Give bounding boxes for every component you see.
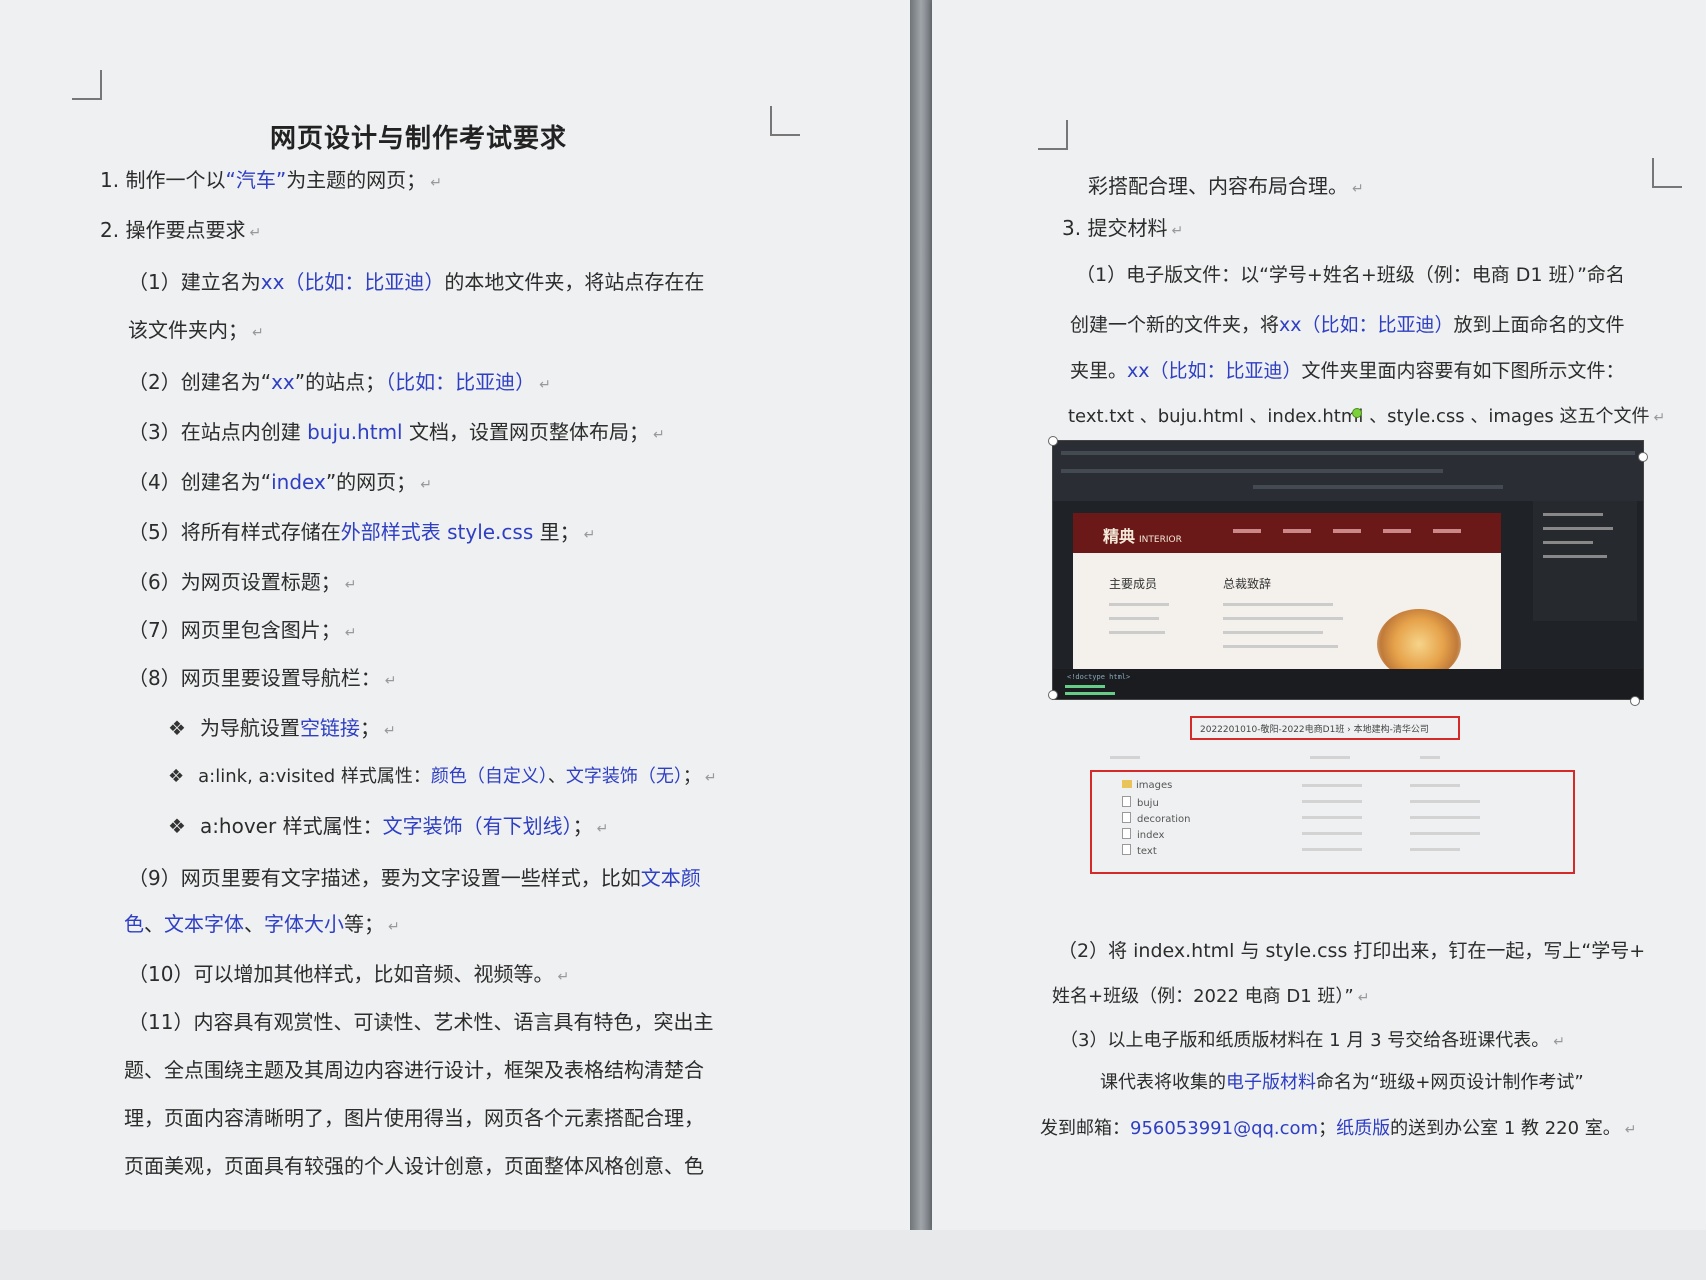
margin-corner-mark [770, 106, 800, 136]
email-link[interactable]: 956053991@qq.com [1130, 1118, 1318, 1139]
sub-item-10: （10）可以增加其他样式，比如音频、视频等。 ↵ [128, 962, 570, 986]
resize-handle[interactable] [1048, 436, 1058, 446]
site-heading: 主要成员 [1109, 577, 1158, 591]
submission-1: （1）电子版文件：以“学号+姓名+班级（例：电商 D1 班）”命名 [1076, 264, 1625, 286]
sub-item-11-cont: 页面美观，页面具有较强的个人设计创意，页面整体风格创意、色 [124, 1154, 704, 1178]
margin-corner-mark [72, 70, 102, 100]
submission-2-cont: 姓名+班级（例：2022 电商 D1 班）” ↵ [1052, 986, 1370, 1007]
site-heading: 总裁致辞 [1223, 577, 1272, 591]
sub-item-11: （11）内容具有观赏性、可读性、艺术性、语言具有特色，突出主 [128, 1010, 714, 1034]
site-logo: 精典 INTERIOR [1103, 527, 1182, 546]
website-preview: 精典 INTERIOR 主要成员 总裁致辞 [1073, 513, 1501, 681]
nav-bullet-1: ❖ 为导航设置空链接； ↵ [168, 716, 396, 740]
site-nav-item [1233, 529, 1261, 533]
file-icon [1122, 844, 1131, 855]
page-gutter [910, 0, 932, 1230]
submission-1-cont: 创建一个新的文件夹，将xx（比如：比亚迪）放到上面命名的文件 [1070, 314, 1625, 336]
column-header [1420, 756, 1440, 759]
diamond-bullet-icon: ❖ [168, 766, 185, 787]
submission-4-cont: 发到邮箱：956053991@qq.com；纸质版的送到办公室 1 教 220 … [1040, 1118, 1637, 1139]
rotate-handle[interactable] [1352, 408, 1362, 418]
resize-handle[interactable] [1638, 452, 1648, 462]
nav-bullet-2: ❖ a:link, a:visited 样式属性：颜色（自定义）、文字装饰（无）；… [168, 766, 717, 787]
sub-item-5: （5）将所有样式存储在外部样式表 style.css 里； ↵ [128, 520, 596, 544]
status-bar [0, 1230, 1706, 1280]
file-icon [1122, 828, 1131, 839]
resize-handle[interactable] [1630, 696, 1640, 706]
site-nav-item [1333, 529, 1361, 533]
file-icon [1122, 796, 1131, 807]
sub-item-2: （2）创建名为“xx”的站点；（比如：比亚迪） ↵ [128, 370, 551, 394]
sub-item-1-cont: 该文件夹内； ↵ [128, 318, 264, 342]
code-view: <!doctype html> [1053, 669, 1643, 699]
sub-item-8: （8）网页里要设置导航栏： ↵ [128, 666, 397, 690]
requirement-3: 3. 提交材料 ↵ [1062, 216, 1184, 240]
submission-3: （3）以上电子版和纸质版材料在 1 月 3 号交给各班课代表。 ↵ [1060, 1030, 1565, 1051]
file-item: buju [1122, 796, 1159, 809]
sub-item-11-cont: 题、全点围绕主题及其周边内容进行设计，框架及表格结构清楚合 [124, 1058, 704, 1082]
sub-item-9: （9）网页里要有文字描述，要为文字设置一些样式，比如文本颜 [128, 866, 701, 890]
file-list-text: text.txt 、buju.html 、index.html 、style.c… [1068, 406, 1666, 427]
continued-text: 彩搭配合理、内容布局合理。 ↵ [1088, 174, 1364, 198]
side-panel [1533, 501, 1637, 621]
sub-item-1: （1）建立名为xx（比如：比亚迪）的本地文件夹，将站点存在在 [128, 270, 705, 294]
folder-item: images [1122, 780, 1172, 791]
address-bar: 2022201010-敬阳-2022电商D1班 › 本地建构-清华公司 [1190, 716, 1460, 740]
column-header [1310, 756, 1350, 759]
document-title: 网页设计与制作考试要求 [270, 124, 568, 154]
margin-corner-mark [1038, 120, 1068, 150]
diamond-bullet-icon: ❖ [168, 716, 186, 740]
submission-4: 课代表将收集的电子版材料命名为“班级+网页设计制作考试” [1100, 1072, 1584, 1093]
file-listing: images buju decoration index text [1090, 770, 1575, 874]
file-item: index [1122, 828, 1164, 841]
requirement-1: 1. 制作一个以“汽车”为主题的网页； ↵ [100, 168, 442, 192]
resize-handle[interactable] [1048, 690, 1058, 700]
site-nav-item [1383, 529, 1411, 533]
folder-icon [1122, 780, 1132, 788]
embedded-screenshot[interactable]: 精典 INTERIOR 主要成员 总裁致辞 <!doctype html> [1052, 440, 1644, 700]
editor-toolbar [1053, 441, 1643, 501]
submission-1-cont: 夹里。xx（比如：比亚迪）文件夹里面内容要有如下图所示文件： [1070, 360, 1625, 382]
site-nav-item [1433, 529, 1461, 533]
site-nav-item [1283, 529, 1311, 533]
file-icon [1122, 812, 1131, 823]
site-banner: 精典 INTERIOR [1073, 513, 1501, 553]
margin-corner-mark [1652, 158, 1682, 188]
column-header [1110, 756, 1140, 759]
sub-item-11-cont: 理，页面内容清晰明了，图片使用得当，网页各个元素搭配合理， [124, 1106, 704, 1130]
sub-item-7: （7）网页里包含图片； ↵ [128, 618, 357, 642]
sub-item-6: （6）为网页设置标题； ↵ [128, 570, 357, 594]
nav-bullet-3: ❖ a:hover 样式属性：文字装饰（有下划线）； ↵ [168, 814, 609, 838]
file-item: decoration [1122, 812, 1191, 825]
sub-item-4: （4）创建名为“index”的网页； ↵ [128, 470, 432, 494]
file-item: text [1122, 844, 1157, 857]
diamond-bullet-icon: ❖ [168, 814, 186, 838]
sub-item-9-cont: 色、文本字体、字体大小等； ↵ [124, 912, 400, 936]
requirement-2: 2. 操作要点要求 ↵ [100, 218, 262, 242]
submission-2: （2）将 index.html 与 style.css 打印出来，钉在一起，写上… [1058, 940, 1646, 962]
sub-item-3: （3）在站点内创建 buju.html 文档，设置网页整体布局； ↵ [128, 420, 665, 444]
